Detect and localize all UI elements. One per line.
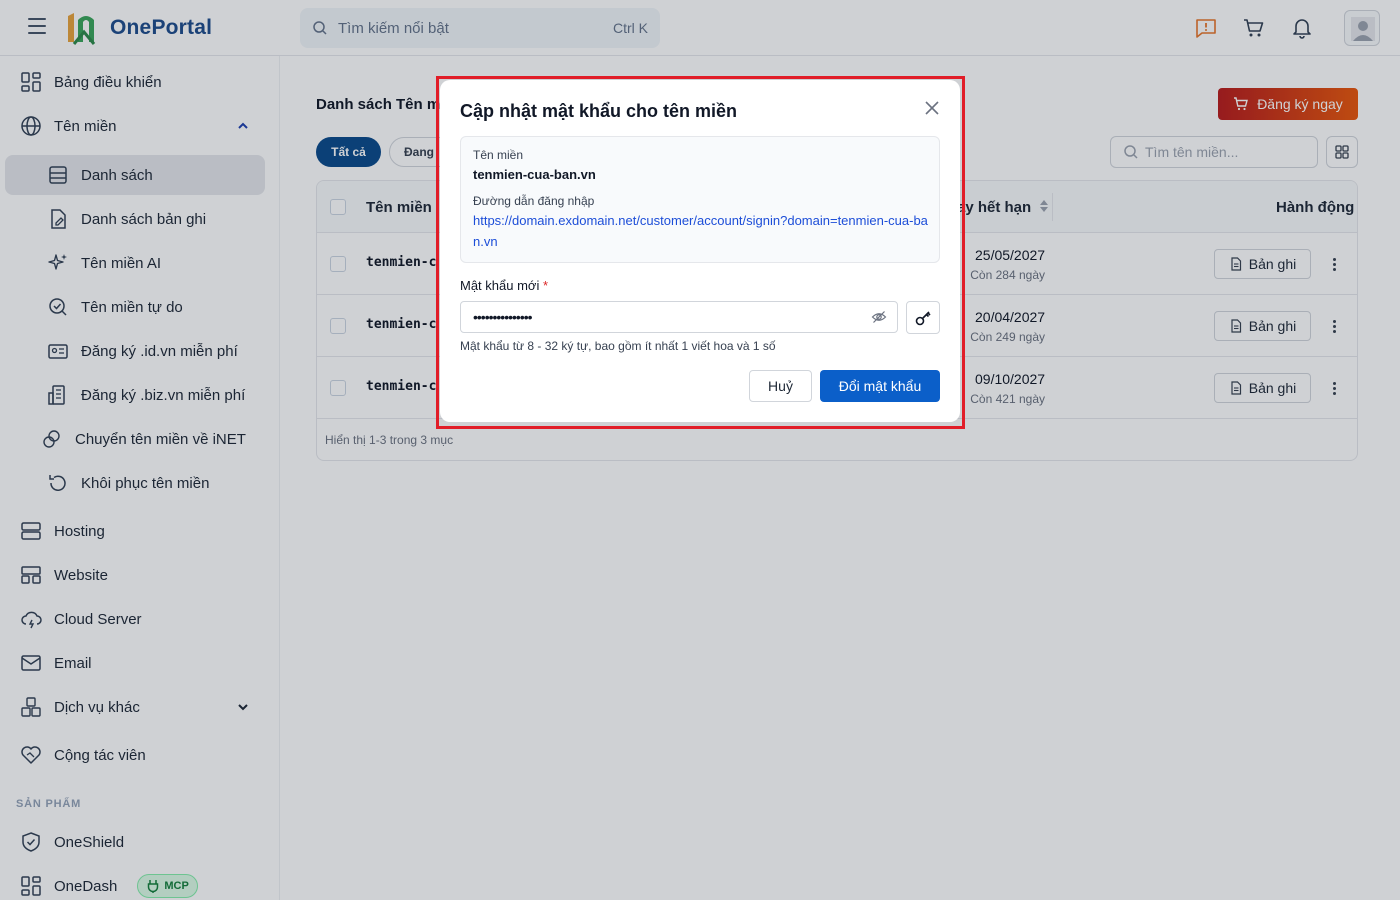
domain-value: tenmien-cua-ban.vn — [473, 167, 596, 182]
domain-info-box: Tên miền tenmien-cua-ban.vn Đường dẫn đă… — [460, 136, 940, 263]
eye-off-icon[interactable] — [871, 309, 887, 325]
password-hint: Mật khẩu từ 8 - 32 ký tự, bao gồm ít nhấ… — [460, 339, 776, 353]
password-value: ••••••••••••••• — [473, 309, 533, 325]
cancel-button[interactable]: Huỷ — [749, 370, 812, 402]
change-password-button[interactable]: Đổi mật khẩu — [820, 370, 940, 402]
update-password-dialog: Cập nhật mật khẩu cho tên miền Tên miền … — [440, 80, 960, 422]
dialog-title: Cập nhật mật khẩu cho tên miền — [460, 101, 738, 121]
close-icon[interactable] — [923, 99, 941, 117]
new-password-input[interactable]: ••••••••••••••• — [460, 301, 898, 333]
key-icon — [915, 310, 931, 325]
new-password-label-text: Mật khẩu mới — [460, 278, 540, 293]
generate-password-button[interactable] — [906, 301, 940, 334]
login-url-label: Đường dẫn đăng nhập — [473, 194, 595, 208]
login-url-link[interactable]: https://domain.exdomain.net/customer/acc… — [473, 210, 929, 252]
required-mark: * — [542, 278, 549, 293]
domain-label: Tên miền — [473, 148, 524, 162]
new-password-label: Mật khẩu mới * — [460, 278, 548, 293]
